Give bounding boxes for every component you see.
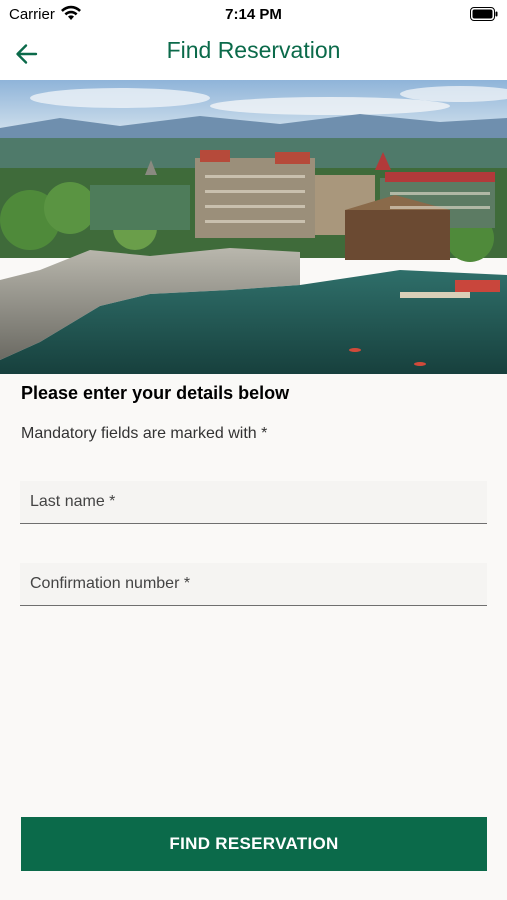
confirmation-number-field[interactable] — [20, 563, 487, 606]
page-title: Find Reservation — [166, 37, 341, 63]
mandatory-note: Mandatory fields are marked with * — [21, 425, 268, 442]
battery-icon — [470, 7, 498, 21]
last-name-input[interactable] — [20, 481, 487, 523]
find-reservation-button[interactable]: FIND RESERVATION — [21, 817, 487, 871]
status-time: 7:14 PM — [225, 6, 282, 23]
navigation-bar: Find Reservation — [0, 28, 507, 80]
status-bar: Carrier 7:14 PM — [0, 0, 507, 28]
confirmation-number-input[interactable] — [20, 563, 487, 605]
last-name-field[interactable] — [20, 481, 487, 524]
resort-photo — [0, 80, 507, 374]
form-heading: Please enter your details below — [21, 383, 290, 403]
